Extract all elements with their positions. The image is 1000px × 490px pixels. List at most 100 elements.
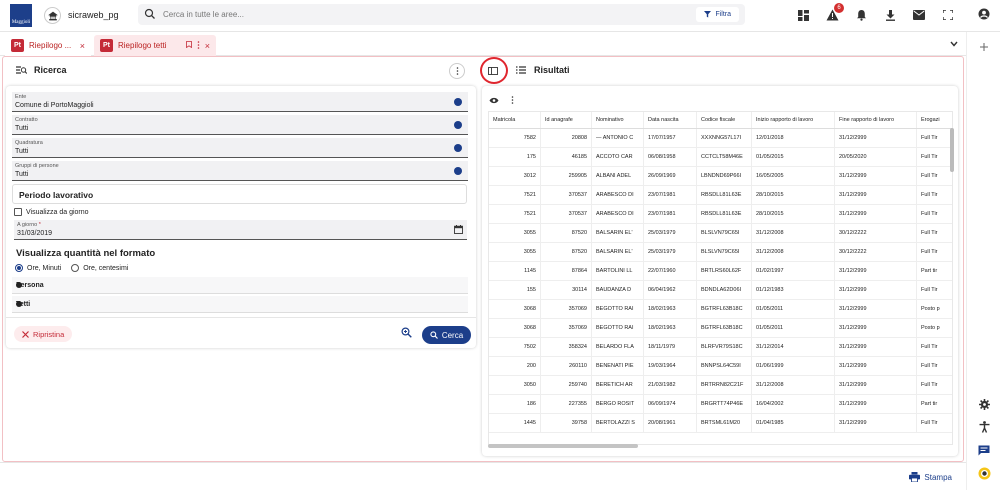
field-value: Comune di PortoMaggioli — [15, 102, 94, 109]
table-row[interactable]: 1145 87864 BARTOLINI LL 22/07/1960 BRTLRS60L… — [489, 262, 952, 281]
a-giorno-date-field[interactable]: A giorno * 31/03/2019 — [14, 220, 467, 240]
table-row[interactable]: 175 46185 ACCOTO CAR 06/08/1958 CCTCLT58M46E… — [489, 148, 952, 167]
radio-ore-minuti[interactable] — [15, 264, 23, 272]
ente-field[interactable]: Ente Comune di PortoMaggioli — [12, 92, 468, 112]
table-row[interactable]: 7521 370537 ARABESCO DI 23/07/1981 RBSDLL81L… — [489, 205, 952, 224]
instance-name[interactable]: sicraweb_pg — [68, 10, 119, 20]
radio-ore-centesimi[interactable] — [71, 264, 80, 272]
column-header[interactable]: Matricola — [489, 112, 541, 128]
table-row[interactable]: 1445 39758 BERTOLAZZI S 20/08/1961 BRTSML61M… — [489, 414, 952, 433]
search-placeholder[interactable]: Cerca in tutte le aree... — [163, 10, 244, 19]
table-cell: Full Tir — [917, 414, 952, 432]
table-row[interactable]: 155 30114 BAUDANZA D 06/04/1962 BDNDLA62D06I… — [489, 281, 952, 300]
dropdown-icon[interactable] — [454, 121, 462, 129]
table-cell: 28/10/2015 — [752, 186, 835, 204]
table-cell: Full Tir — [917, 338, 952, 356]
tab-riepilogo-tetti[interactable]: Pt Riepilogo tetti × — [94, 35, 216, 56]
table-row[interactable]: 7582 20808— ANTONIO C 17/07/1957 XXXNNG57L1… — [489, 129, 952, 148]
ripristina-button[interactable]: Ripristina — [14, 326, 73, 342]
table-row[interactable]: 186 227355 BERGO ROSIT 06/09/1974 BRGRTT74P4… — [489, 395, 952, 414]
dropdown-icon[interactable] — [454, 167, 462, 175]
table-row[interactable]: 3055 87520 BALSARIN EL' 25/03/1979 BLSLVN79C… — [489, 243, 952, 262]
table-cell: Full Tir — [917, 148, 952, 166]
filter-button[interactable]: Filtra — [696, 7, 739, 22]
table-cell: 22/07/1960 — [644, 262, 697, 280]
tab-menu-icon[interactable] — [197, 40, 200, 51]
close-icon[interactable]: × — [205, 41, 210, 51]
table-row[interactable]: 3012 259905 ALBANI ADEL 26/09/1969 LBNDND69P… — [489, 167, 952, 186]
table-cell: BENENATI PIE — [592, 357, 644, 375]
field-value: Tutti — [15, 125, 29, 132]
tab-riepilogo[interactable]: Pt Riepilogo ... × — [5, 35, 91, 56]
download-icon[interactable] — [882, 7, 898, 23]
column-header[interactable]: Inizio rapporto di lavoro — [752, 112, 835, 128]
bottom-bar: Stampa — [0, 462, 966, 490]
maggioli-logo[interactable]: Maggioli — [10, 4, 32, 27]
table-cell: BRTSML61M20 — [697, 414, 752, 432]
visualizza-da-giorno-checkbox[interactable] — [14, 208, 22, 216]
horizontal-scrollbar[interactable] — [488, 444, 638, 448]
user-account-icon[interactable] — [976, 6, 992, 22]
vertical-scrollbar[interactable] — [950, 128, 954, 172]
table-row[interactable]: 200 260110 BENENATI PIE 19/03/1964 BNNPSL64C… — [489, 357, 952, 376]
fullscreen-icon[interactable] — [940, 7, 956, 23]
stampa-button[interactable]: Stampa — [909, 472, 952, 482]
column-header[interactable]: Nominativo — [592, 112, 644, 128]
table-cell: 25/03/1979 — [644, 243, 697, 261]
support-icon[interactable] — [976, 465, 992, 481]
results-panel-header: Risultati — [516, 65, 570, 75]
plus-icon[interactable] — [976, 39, 992, 55]
table-row[interactable]: 3055 87520 BALSARIN EL' 25/03/1979 BLSLVN79C… — [489, 224, 952, 243]
expand-icon[interactable] — [16, 301, 22, 307]
dropdown-icon[interactable] — [454, 144, 462, 152]
table-cell: BNNPSL64C59I — [697, 357, 752, 375]
visualizza-da-giorno-row[interactable]: Visualizza da giorno — [14, 208, 89, 216]
chat-icon[interactable] — [976, 442, 992, 458]
table-cell: BERGO ROSIT — [592, 395, 644, 413]
filter-icon — [704, 11, 712, 18]
accessibility-icon[interactable] — [976, 419, 992, 435]
table-row[interactable]: 3050 259740 BERETICH AR 21/03/1982 BRTRRN82C… — [489, 376, 952, 395]
dashboard-icon[interactable] — [795, 7, 811, 23]
column-header[interactable]: Codice fiscale — [697, 112, 752, 128]
table-row[interactable]: 7502 358324 BELARDO FLA 18/11/1979 BLRFVR79S… — [489, 338, 952, 357]
zoom-search-icon[interactable] — [401, 327, 412, 340]
table-cell: BRTRRN82C21F — [697, 376, 752, 394]
quadratura-field[interactable]: Quadratura Tutti — [12, 138, 468, 158]
table-row[interactable]: 3068 357069 BEGOTTO RAI 18/02/1963 BGTRFL63B… — [489, 300, 952, 319]
mail-icon[interactable] — [911, 7, 927, 23]
table-cell: 260110 — [541, 357, 592, 375]
table-cell: Full Tir — [917, 243, 952, 261]
panel-menu-icon[interactable] — [449, 63, 465, 79]
table-row[interactable]: 3068 357069 BEGOTTO RAI 18/02/1963 BGTRFL63B… — [489, 319, 952, 338]
accordion-persona[interactable]: Persona — [12, 277, 468, 294]
column-header[interactable]: Data nascita — [644, 112, 697, 128]
bookmark-icon[interactable] — [185, 41, 192, 50]
dropdown-icon[interactable] — [454, 98, 462, 106]
gruppi-persone-field[interactable]: Gruppi di persone Tutti — [12, 161, 468, 181]
chevron-down-icon[interactable] — [950, 40, 958, 49]
accordion-tetti[interactable]: Tetti — [12, 296, 468, 313]
table-row[interactable]: 7521 370537 ARABESCO DI 23/07/1981 RBSDLL81L… — [489, 186, 952, 205]
column-header[interactable]: Fine rapporto di lavoro — [835, 112, 917, 128]
bell-icon[interactable] — [853, 7, 869, 23]
warning-icon[interactable]: 6 — [824, 3, 844, 23]
column-header[interactable]: Id anagrafe — [541, 112, 592, 128]
table-cell: 06/09/1974 — [644, 395, 697, 413]
table-cell: 20/05/2020 — [835, 148, 917, 166]
table-cell: 3012 — [489, 167, 541, 185]
contratto-field[interactable]: Contratto Tutti — [12, 115, 468, 135]
eye-icon[interactable] — [488, 94, 500, 106]
expand-icon[interactable] — [16, 282, 22, 288]
column-header[interactable]: Erogazi — [917, 112, 952, 128]
app-tag-icon: Pt — [11, 39, 24, 52]
close-icon[interactable]: × — [80, 41, 85, 51]
table-cell: 18/11/1979 — [644, 338, 697, 356]
cerca-button[interactable]: Cerca — [422, 326, 471, 344]
gear-icon[interactable] — [976, 396, 992, 412]
table-cell: 3055 — [489, 224, 541, 242]
results-menu-icon[interactable] — [506, 94, 518, 106]
global-search[interactable]: Cerca in tutte le aree... Filtra — [138, 4, 745, 25]
institution-icon[interactable] — [44, 7, 61, 24]
calendar-icon[interactable] — [454, 225, 463, 236]
